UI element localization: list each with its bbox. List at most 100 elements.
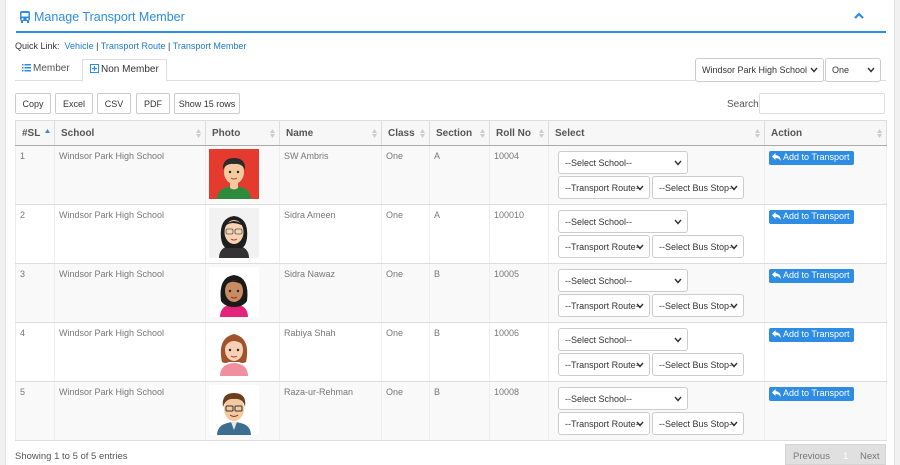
chevron-down-icon	[867, 67, 875, 73]
column-header-roll-no[interactable]: Roll No	[489, 120, 549, 146]
quick-link-transport-route[interactable]: Transport Route	[101, 41, 166, 51]
cell-section: B	[429, 322, 490, 382]
column-header-action-label: Action	[771, 127, 803, 139]
reply-icon	[772, 271, 781, 279]
cell-roll-no: 10005	[489, 263, 549, 323]
cell-school: Windsor Park High School	[54, 204, 206, 264]
cell-photo	[205, 263, 280, 323]
cell-section: A	[429, 204, 490, 264]
copy-button[interactable]: Copy	[15, 93, 51, 114]
tab-non-member-label: Non Member	[101, 64, 159, 75]
school-select-value: --Select School--	[565, 158, 633, 168]
cell-class: One	[381, 263, 430, 323]
cell-name: Raza-ur-Rehman	[279, 381, 382, 441]
bus-stop-select[interactable]: --Select Bus Stop--	[652, 294, 744, 317]
cell-sl: 1	[15, 145, 55, 205]
add-to-transport-button[interactable]: Add to Transport	[769, 210, 854, 224]
transport-route-select[interactable]: --Transport Route--	[558, 294, 650, 317]
cell-select: --Select School-- --Transport Route-- --…	[548, 204, 765, 264]
search-input[interactable]	[759, 93, 885, 114]
school-filter-select[interactable]: Windsor Park High School	[695, 58, 824, 82]
add-to-transport-label: Add to Transport	[783, 388, 850, 398]
non-member-table: #SL School Photo Name Class Section Roll…	[15, 120, 887, 441]
cell-class: One	[381, 204, 430, 264]
chevron-down-icon	[636, 303, 644, 309]
bus-stop-select[interactable]: --Select Bus Stop--	[652, 235, 744, 258]
add-to-transport-button[interactable]: Add to Transport	[769, 151, 854, 165]
column-header-name[interactable]: Name	[279, 120, 382, 146]
school-select[interactable]: --Select School--	[558, 210, 688, 233]
table-header-row: #SL School Photo Name Class Section Roll…	[15, 120, 887, 146]
school-select[interactable]: --Select School--	[558, 269, 688, 292]
cell-section: B	[429, 263, 490, 323]
cell-school: Windsor Park High School	[54, 263, 206, 323]
chevron-down-icon	[636, 244, 644, 250]
column-header-select-label: Select	[555, 127, 585, 139]
school-select[interactable]: --Select School--	[558, 328, 688, 351]
column-header-section[interactable]: Section	[429, 120, 490, 146]
column-header-school[interactable]: School	[54, 120, 206, 146]
bus-stop-select[interactable]: --Select Bus Stop--	[652, 176, 744, 199]
cell-photo	[205, 204, 280, 264]
quick-links: Quick Link: Vehicle | Transport Route | …	[15, 41, 246, 51]
cell-roll-no: 10004	[489, 145, 549, 205]
column-header-name-label: Name	[286, 127, 314, 139]
class-filter-select[interactable]: One	[825, 58, 881, 82]
add-to-transport-label: Add to Transport	[783, 211, 850, 221]
transport-route-select[interactable]: --Transport Route--	[558, 353, 650, 376]
cell-class: One	[381, 381, 430, 441]
school-select-value: --Select School--	[565, 276, 633, 286]
chevron-down-icon	[674, 160, 682, 166]
transport-route-select[interactable]: --Transport Route--	[558, 235, 650, 258]
chevron-down-icon	[674, 219, 682, 225]
column-header-class[interactable]: Class	[381, 120, 430, 146]
chevron-down-icon	[730, 362, 738, 368]
column-header-action[interactable]: Action	[764, 120, 887, 146]
chevron-down-icon	[730, 244, 738, 250]
class-filter-value: One	[832, 65, 850, 75]
transport-route-select[interactable]: --Transport Route--	[558, 176, 650, 199]
column-header-section-label: Section	[436, 127, 473, 139]
quick-link-transport-member[interactable]: Transport Member	[173, 41, 247, 51]
cell-action: Add to Transport	[764, 204, 887, 264]
next-button[interactable]: Next	[860, 451, 880, 462]
transport-route-select[interactable]: --Transport Route--	[558, 412, 650, 435]
cell-action: Add to Transport	[764, 145, 887, 205]
cell-section: A	[429, 145, 490, 205]
page-1-button[interactable]: 1	[843, 451, 848, 462]
excel-button[interactable]: Excel	[55, 93, 93, 114]
school-filter-value: Windsor Park High School	[702, 65, 808, 75]
sort-icon	[372, 129, 377, 138]
school-select[interactable]: --Select School--	[558, 387, 688, 410]
route-select-value: --Transport Route--	[565, 419, 642, 429]
column-header-photo[interactable]: Photo	[205, 120, 280, 146]
sort-icon	[539, 129, 544, 138]
cell-sl: 4	[15, 322, 55, 382]
bus-stop-select[interactable]: --Select Bus Stop--	[652, 412, 744, 435]
previous-button[interactable]: Previous	[793, 451, 830, 462]
show-rows-button[interactable]: Show 15 rows	[174, 93, 240, 114]
csv-button[interactable]: CSV	[97, 93, 131, 114]
quick-link-label: Quick Link:	[15, 41, 60, 51]
cell-class: One	[381, 322, 430, 382]
cell-select: --Select School-- --Transport Route-- --…	[548, 381, 765, 441]
tab-member[interactable]: Member	[15, 59, 77, 81]
column-header-roll-no-label: Roll No	[496, 127, 531, 139]
school-select[interactable]: --Select School--	[558, 151, 688, 174]
add-to-transport-button[interactable]: Add to Transport	[769, 328, 854, 342]
chevron-down-icon	[674, 396, 682, 402]
cell-name: SW Ambris	[279, 145, 382, 205]
quick-link-vehicle[interactable]: Vehicle	[65, 41, 94, 51]
pdf-button[interactable]: PDF	[136, 93, 170, 114]
table-row: 3 Windsor Park High School Sidra Nawaz O…	[15, 263, 887, 323]
column-header-select[interactable]: Select	[548, 120, 765, 146]
bus-stop-select[interactable]: --Select Bus Stop--	[652, 353, 744, 376]
cell-section: B	[429, 381, 490, 441]
add-to-transport-button[interactable]: Add to Transport	[769, 387, 854, 401]
sort-icon	[480, 129, 485, 138]
chevron-down-icon	[674, 278, 682, 284]
column-header-sl[interactable]: #SL	[15, 120, 55, 146]
chevron-up-icon[interactable]	[852, 9, 866, 23]
tab-non-member[interactable]: Non Member	[82, 59, 167, 82]
add-to-transport-button[interactable]: Add to Transport	[769, 269, 854, 283]
